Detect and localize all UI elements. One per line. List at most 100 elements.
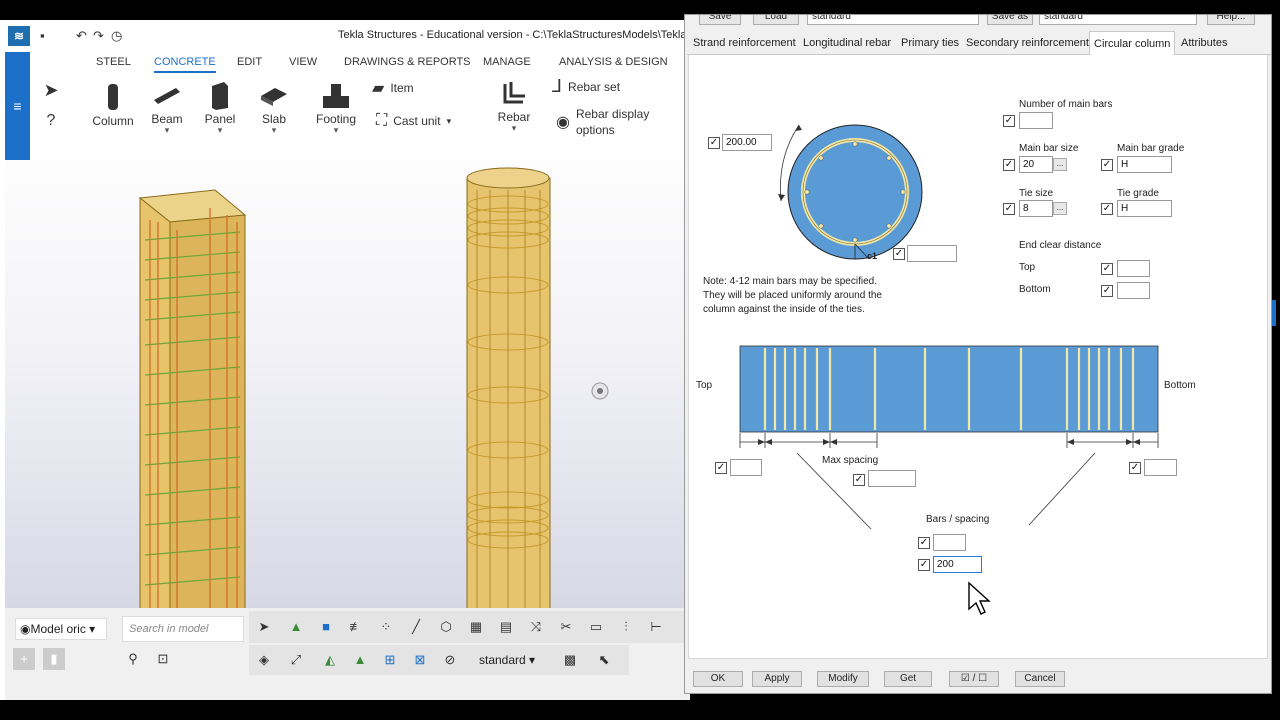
select-measure-icon[interactable]: ⊢ <box>645 616 667 638</box>
end-bottom-input[interactable] <box>1117 282 1150 299</box>
toggle-all-checkboxes-button[interactable]: ☑ / ☐ <box>949 671 999 687</box>
add-icon[interactable]: + <box>13 648 35 670</box>
tie-grade-checkbox[interactable]: ✓ <box>1101 203 1113 215</box>
standard-dropdown[interactable]: standard ▾ <box>479 649 543 671</box>
load-button[interactable]: Load <box>753 15 799 25</box>
end-bottom-checkbox[interactable]: ✓ <box>1101 285 1113 297</box>
beam-button[interactable]: Beam ▾ <box>145 82 189 135</box>
tab-view[interactable]: VIEW <box>289 56 317 68</box>
panel-button[interactable]: Panel ▾ <box>198 80 242 135</box>
model-origin-dropdown[interactable]: ◉Model oric ▾ <box>15 618 107 640</box>
hamburger-menu-icon[interactable]: ≡ <box>5 52 30 160</box>
max-spacing-checkbox[interactable]: ✓ <box>853 474 865 486</box>
select-welds-icon[interactable]: ≢ <box>345 616 367 638</box>
tie-size-input[interactable]: 8 <box>1019 200 1053 217</box>
zoom-selection-icon[interactable]: ⊡ <box>152 648 174 670</box>
tab-longitudinal-rebar[interactable]: Longitudinal rebar <box>799 35 895 55</box>
item-button[interactable]: ▰ Item <box>372 78 414 98</box>
c1-input[interactable] <box>907 245 957 262</box>
main-bar-size-input[interactable]: 20 <box>1019 156 1053 173</box>
save-icon[interactable]: ▪ <box>40 28 45 43</box>
tab-strand-reinforcement[interactable]: Strand reinforcement <box>689 35 800 55</box>
snap-part-icon[interactable]: ◭ <box>319 649 341 671</box>
diameter-input[interactable]: 200.00 <box>722 134 772 151</box>
rebar-display-options-button[interactable]: ◉ Rebar display options <box>556 106 649 138</box>
snap-intersection-icon[interactable]: ⊠ <box>409 649 431 671</box>
save-as-name-input[interactable]: standard <box>1039 15 1197 25</box>
select-bolts-icon[interactable]: ⁘ <box>375 616 397 638</box>
ok-button[interactable]: OK <box>693 671 743 687</box>
snap-grid-icon[interactable]: ⊞ <box>379 649 401 671</box>
bars-input[interactable] <box>933 534 966 551</box>
select-cut-icon[interactable]: ✂ <box>555 616 577 638</box>
end-top-input[interactable] <box>1117 260 1150 277</box>
tab-primary-ties[interactable]: Primary ties <box>897 35 963 55</box>
max-spacing-input[interactable] <box>868 470 916 487</box>
slab-button[interactable]: Slab ▾ <box>252 82 296 135</box>
select-reference-icon[interactable]: ⤨ <box>525 616 547 638</box>
undo-icon[interactable]: ↶ <box>76 28 87 44</box>
save-button[interactable]: Save <box>699 15 741 25</box>
rebar-button[interactable]: Rebar ▾ <box>490 78 538 133</box>
checker-icon[interactable]: ▩ <box>559 649 581 671</box>
main-bar-size-browse-button[interactable]: ... <box>1053 158 1067 171</box>
snap-point-icon[interactable]: ▲ <box>349 649 371 671</box>
help-tool-button[interactable]: ? <box>36 112 66 130</box>
end-top-checkbox[interactable]: ✓ <box>1101 263 1113 275</box>
redo-icon[interactable]: ↷ <box>93 28 104 44</box>
help-button[interactable]: Help... <box>1207 15 1255 25</box>
view-rotate-icon[interactable] <box>591 382 609 400</box>
snap-direction-icon[interactable]: ⤢ <box>285 649 307 671</box>
tab-secondary-reinforcement[interactable]: Secondary reinforcement <box>962 35 1093 55</box>
diameter-checkbox[interactable]: ✓ <box>708 137 720 149</box>
select-object-icon[interactable]: ⬡ <box>435 616 457 638</box>
model-viewport[interactable] <box>5 160 690 608</box>
preset-dropdown[interactable]: standard <box>807 15 979 25</box>
cast-unit-button[interactable]: ⛶ Cast unit ▾ <box>376 112 451 130</box>
select-view-icon[interactable]: ▭ <box>585 616 607 638</box>
select-parts-icon[interactable]: ▲ <box>285 616 307 638</box>
number-of-main-bars-input[interactable] <box>1019 112 1053 129</box>
select-tool-button[interactable]: ➤ <box>36 80 66 101</box>
bars-checkbox[interactable]: ✓ <box>918 537 930 549</box>
tab-manage[interactable]: MANAGE <box>483 56 531 68</box>
pick-icon[interactable]: ⬉ <box>593 649 615 671</box>
spacing-input[interactable]: 200 <box>933 556 982 573</box>
tab-concrete[interactable]: CONCRETE <box>154 56 216 73</box>
rebar-set-button[interactable]: ⅃ Rebar set <box>552 76 620 97</box>
circular-column-model[interactable] <box>466 167 551 608</box>
apply-button[interactable]: Apply <box>752 671 802 687</box>
snap-plane-icon[interactable]: ⊘ <box>439 649 461 671</box>
tekla-logo-icon[interactable]: ≋ <box>8 26 30 46</box>
history-icon[interactable]: ◷ <box>111 28 122 44</box>
right-end-checkbox[interactable]: ✓ <box>1129 462 1141 474</box>
tab-drawings-reports[interactable]: DRAWINGS & REPORTS <box>344 56 471 68</box>
column-button[interactable]: Column <box>88 82 138 128</box>
tab-steel[interactable]: STEEL <box>96 56 131 68</box>
cancel-button[interactable]: Cancel <box>1015 671 1065 687</box>
square-column-model[interactable] <box>138 189 247 608</box>
select-surface-icon[interactable]: ■ <box>315 616 337 638</box>
select-line-icon[interactable]: ╱ <box>405 616 427 638</box>
get-button[interactable]: Get <box>884 671 932 687</box>
select-all-icon[interactable]: ➤ <box>253 616 275 638</box>
tab-attributes[interactable]: Attributes <box>1177 35 1231 55</box>
search-icon[interactable]: ⚲ <box>122 648 144 670</box>
spacing-checkbox[interactable]: ✓ <box>918 559 930 571</box>
main-bar-grade-input[interactable]: H <box>1117 156 1172 173</box>
scroll-indicator[interactable] <box>1272 300 1276 326</box>
tie-size-checkbox[interactable]: ✓ <box>1003 203 1015 215</box>
select-connection-icon[interactable]: ⫶ <box>615 616 637 638</box>
tab-edit[interactable]: EDIT <box>237 56 262 68</box>
main-bar-grade-checkbox[interactable]: ✓ <box>1101 159 1113 171</box>
tab-analysis-design[interactable]: ANALYSIS & DESIGN <box>559 56 668 68</box>
select-rebar-icon[interactable]: ▤ <box>495 616 517 638</box>
left-end-input[interactable] <box>730 459 762 476</box>
select-grid-icon[interactable]: ▦ <box>465 616 487 638</box>
search-in-model-input[interactable]: Search in model <box>122 616 244 642</box>
save-as-button[interactable]: Save as <box>987 15 1033 25</box>
delete-icon[interactable]: ▮ <box>43 648 65 670</box>
tie-size-browse-button[interactable]: ... <box>1053 202 1067 215</box>
layers-icon[interactable]: ◈ <box>253 649 275 671</box>
right-end-input[interactable] <box>1144 459 1177 476</box>
